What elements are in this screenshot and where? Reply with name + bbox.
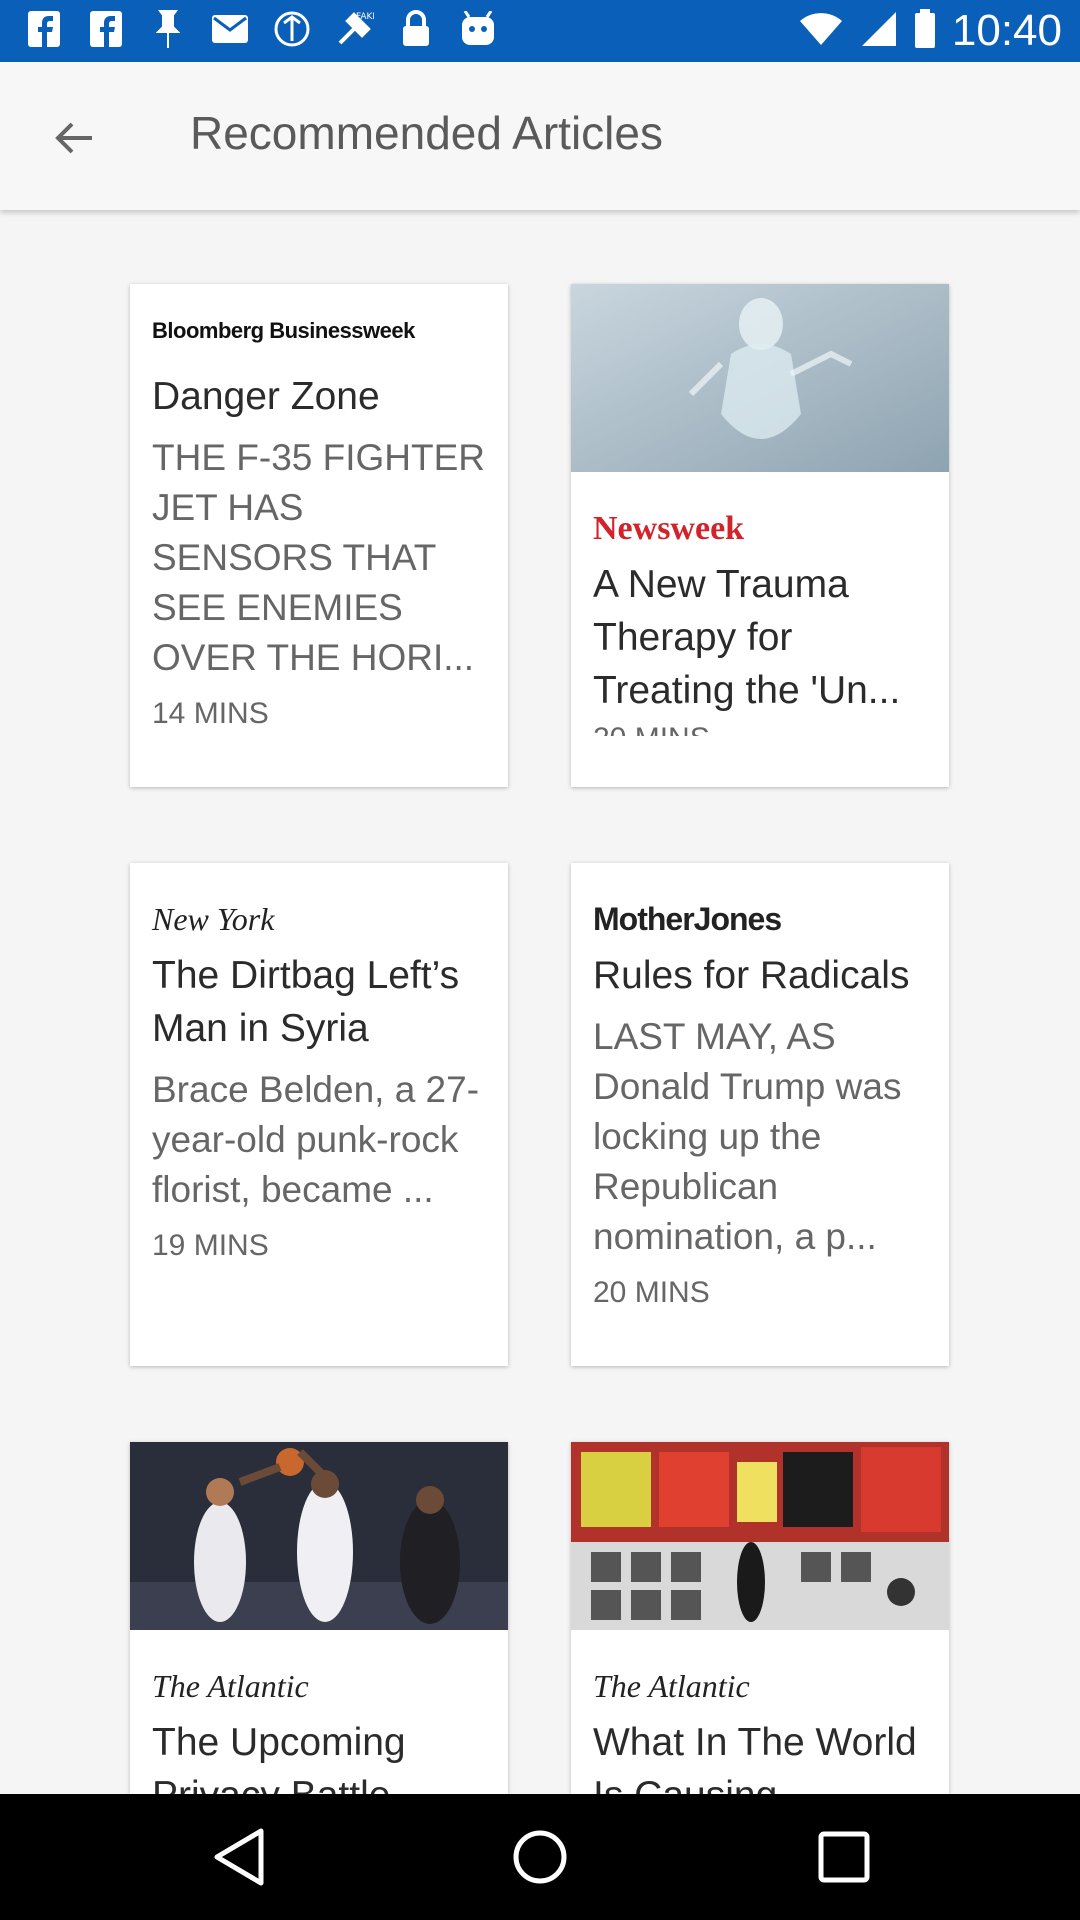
article-excerpt: THE F-35 FIGHTER JET HAS SENSORS THAT SE… [152,437,486,678]
store-closing-image [571,1442,949,1630]
article-card[interactable]: New York The Dirtbag Left’s Man in Syria… [130,863,508,1366]
nav-back-icon [214,1828,264,1886]
status-bar: FAKE 10:40 [0,0,1080,62]
lock-icon [396,8,436,50]
article-title: The Dirtbag Left’s Man in Syria [152,954,460,1050]
mail-icon [210,8,250,50]
app-bar: Recommended Articles [0,62,1080,210]
fake-gps-icon: FAKE [334,8,374,50]
read-time: 14 MINS [152,697,269,730]
article-excerpt: Brace Belden, a 27-year-old punk-rock fl… [152,1069,480,1210]
glass-figure-image [571,284,949,472]
basketball-image [130,1442,508,1630]
article-card[interactable]: Bloomberg Businessweek Danger Zone THE F… [130,284,508,787]
android-icon [458,8,498,50]
page-title: Recommended Articles [190,107,663,159]
read-time: 20 MINS [593,722,927,736]
facebook-icon [86,8,126,50]
publisher-logo-atlantic: The Atlantic [152,1668,309,1704]
article-card[interactable]: Newsweek A New Trauma Therapy for Treati… [571,284,949,787]
publisher-logo-newsweek: Newsweek [593,510,745,547]
nav-recents-icon [818,1831,870,1883]
read-time: 19 MINS [152,1229,269,1262]
publisher-logo-bloomberg: Bloomberg Businessweek [152,318,415,343]
publisher-logo-motherjones: MotherJones [593,901,782,937]
back-arrow-icon [55,122,92,154]
article-title: Rules for Radicals [593,954,910,997]
facebook-icon [24,8,64,50]
status-right: 10:40 [798,6,1062,56]
article-card[interactable]: The Atlantic What In The World Is Causin… [571,1442,949,1794]
battery-icon [914,9,936,53]
article-title: Danger Zone [152,375,380,418]
wifi-icon [798,11,844,51]
status-time: 10:40 [951,6,1062,55]
read-time: 20 MINS [593,1276,710,1309]
publisher-logo-newyork: New York [152,901,275,937]
svg-text:FAKE: FAKE [356,12,374,22]
article-title: A New Trauma Therapy for Treating the 'U… [593,563,901,712]
status-notification-icons: FAKE [24,8,498,50]
article-card[interactable]: MotherJones Rules for Radicals LAST MAY,… [571,863,949,1366]
article-excerpt: LAST MAY, AS Donald Trump was locking up… [593,1016,902,1257]
back-button[interactable] [42,106,106,170]
navigation-bar [0,1794,1080,1920]
nav-recents-button[interactable] [811,1824,877,1890]
publisher-logo-atlantic: The Atlantic [593,1668,750,1704]
article-title: The Upcoming Privacy Battle [152,1721,406,1794]
sync-icon [272,8,312,50]
nav-back-button[interactable] [206,1824,272,1890]
article-card[interactable]: The Atlantic The Upcoming Privacy Battle [130,1442,508,1794]
article-title: What In The World Is Causing [593,1721,917,1794]
nav-home-icon [513,1830,567,1884]
nav-home-button[interactable] [507,1824,573,1890]
pin-icon [148,8,188,50]
signal-icon [860,10,898,52]
